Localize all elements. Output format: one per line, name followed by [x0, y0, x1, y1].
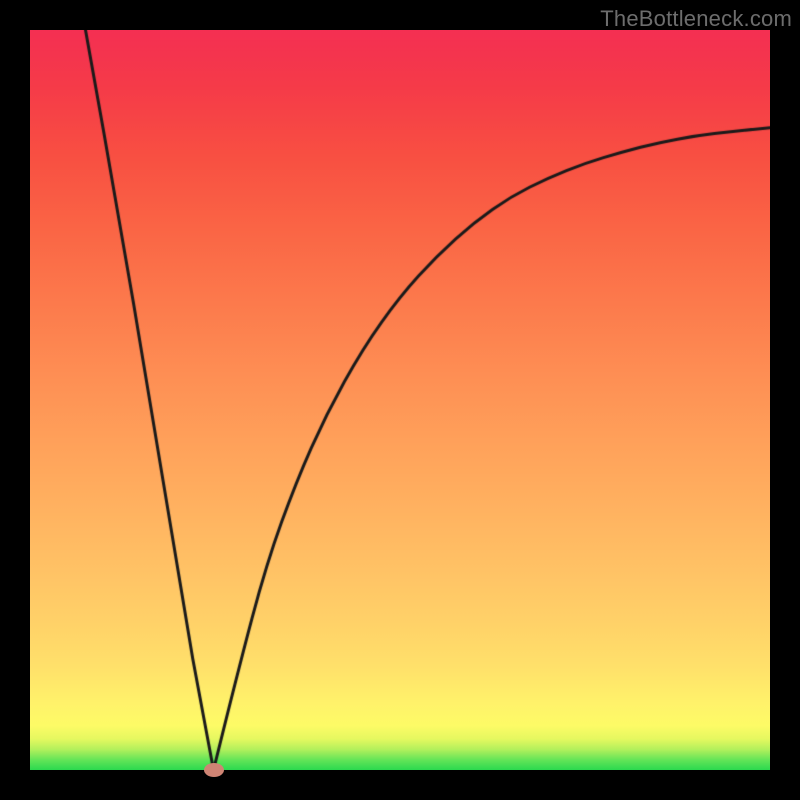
chart-frame: TheBottleneck.com [0, 0, 800, 800]
watermark-text: TheBottleneck.com [600, 6, 792, 32]
bottleneck-curve-canvas [30, 30, 770, 770]
